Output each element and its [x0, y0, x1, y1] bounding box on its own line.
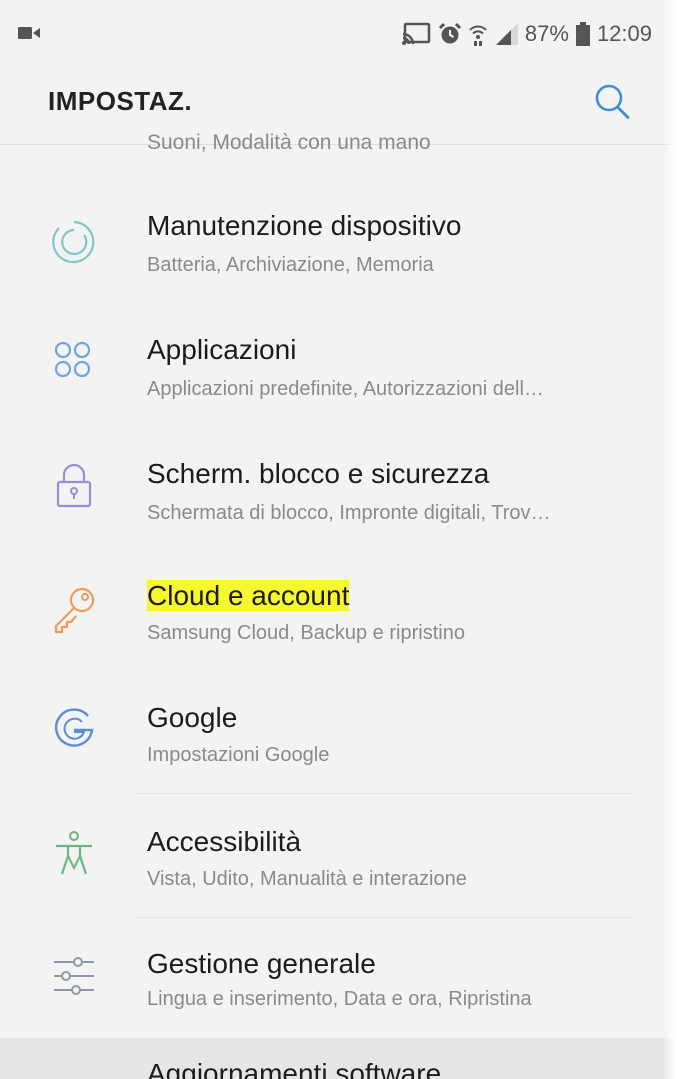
- lock-icon: [48, 460, 100, 512]
- sliders-icon: [48, 950, 100, 1002]
- item-title: Manutenzione dispositivo: [147, 210, 462, 241]
- signal-icon: [494, 23, 518, 45]
- highlighted-title: Cloud e account: [147, 580, 350, 611]
- item-subtitle: Impostazioni Google: [147, 744, 330, 766]
- search-icon: [595, 84, 630, 119]
- settings-screen: 87% 12:09 IMPOSTAZ. Suoni, Modalità con …: [0, 0, 676, 1079]
- item-subtitle: Schermata di blocco, Impronte digitali, …: [147, 502, 551, 524]
- item-subtitle: Samsung Cloud, Backup e ripristino: [147, 622, 465, 644]
- battery-percent: 87%: [524, 21, 569, 46]
- device-maintenance-icon: [48, 216, 100, 268]
- wifi-icon: [469, 21, 487, 47]
- status-icons: 87% 12:09: [401, 14, 652, 54]
- settings-item-google[interactable]: Google Impostazioni Google: [0, 672, 676, 792]
- item-title: Google: [147, 702, 238, 733]
- item-subtitle: Applicazioni predefinite, Autorizzazioni…: [147, 378, 544, 400]
- item-subtitle: Batteria, Archiviazione, Memoria: [147, 254, 434, 276]
- settings-item-general-management[interactable]: Gestione generale Lingua e inserimento, …: [0, 918, 676, 1038]
- settings-item-applications[interactable]: Applicazioni Applicazioni predefinite, A…: [0, 304, 676, 424]
- settings-item-cloud-accounts[interactable]: Cloud e account Samsung Cloud, Backup e …: [0, 550, 676, 670]
- battery-icon: [575, 22, 590, 46]
- accessibility-icon: [48, 828, 100, 880]
- search-button[interactable]: [590, 80, 634, 124]
- divider: [135, 793, 632, 794]
- settings-item-accessibility[interactable]: Accessibilità Vista, Udito, Manualità e …: [0, 796, 676, 916]
- item-title: Applicazioni: [147, 334, 297, 365]
- status-bar: 87% 12:09: [0, 0, 676, 64]
- partial-item-title[interactable]: Aggiornamenti software: [147, 1058, 441, 1079]
- video-icon: [18, 26, 40, 45]
- item-title: Accessibilità: [147, 826, 302, 857]
- google-icon: [48, 702, 100, 754]
- item-subtitle: Lingua e inserimento, Data e ora, Ripris…: [147, 988, 532, 1010]
- item-title: Gestione generale: [147, 948, 376, 979]
- alarm-icon: [438, 22, 462, 46]
- clock-time: 12:09: [596, 21, 652, 46]
- item-subtitle: Vista, Udito, Manualità e interazione: [147, 868, 467, 890]
- item-title: Cloud e account: [147, 580, 350, 612]
- settings-item-device-maintenance[interactable]: Manutenzione dispositivo Batteria, Archi…: [0, 180, 676, 300]
- settings-item-lock-screen-security[interactable]: Scherm. blocco e sicurezza Schermata di …: [0, 428, 676, 548]
- cast-icon: [401, 22, 431, 46]
- key-icon: [48, 584, 100, 636]
- partial-item-subtitle: Suoni, Modalità con una mano: [147, 131, 431, 154]
- page-title: IMPOSTAZ.: [48, 86, 193, 116]
- apps-icon: [48, 334, 100, 386]
- item-title: Scherm. blocco e sicurezza: [147, 458, 490, 489]
